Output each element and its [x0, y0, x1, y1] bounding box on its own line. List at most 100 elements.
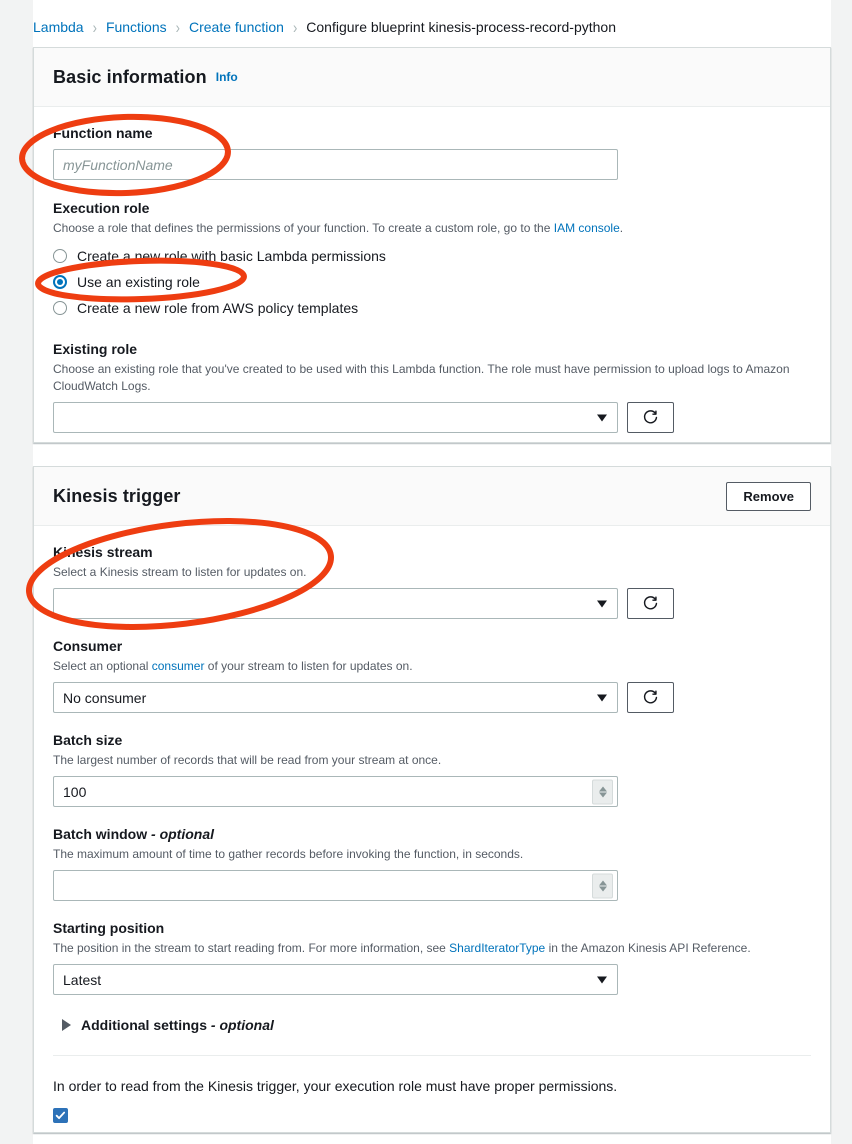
chevron-down-icon: [597, 976, 607, 983]
batch-size-stepper[interactable]: [592, 779, 613, 804]
function-name-input[interactable]: [53, 149, 618, 180]
kinesis-stream-controls: [53, 588, 811, 619]
iam-console-link[interactable]: IAM console: [554, 221, 620, 235]
permissions-note-text: In order to read from the Kinesis trigge…: [53, 1078, 618, 1094]
starting-position-label: Starting position: [53, 920, 165, 936]
kinesis-stream-label: Kinesis stream: [53, 544, 153, 560]
check-icon: [55, 1111, 66, 1120]
batch-size-value: 100: [63, 783, 87, 800]
starting-position-description-text-before: The position in the stream to start read…: [53, 941, 450, 955]
batch-window-input[interactable]: [53, 870, 618, 901]
kinesis-trigger-body: Kinesis stream Select a Kinesis stream t…: [34, 543, 830, 1123]
batch-window-stepper[interactable]: [592, 873, 613, 898]
consumer-description: Select an optional consumer of your stre…: [53, 658, 811, 675]
consumer-select-value: No consumer: [63, 689, 147, 706]
execution-role-option-use-existing[interactable]: Use an existing role: [53, 269, 811, 295]
kinesis-trigger-title: Kinesis trigger: [53, 485, 181, 506]
page-root: Lambda › Functions › Create function › C…: [0, 0, 852, 1144]
consumer-controls: No consumer: [53, 682, 811, 713]
basic-information-body: Function name Execution role Choose a ro…: [34, 124, 830, 433]
batch-window-label: Batch window - optional: [53, 825, 811, 843]
batch-window-description: The maximum amount of time to gather rec…: [53, 847, 524, 861]
execution-role-label: Execution role: [53, 200, 150, 216]
chevron-up-icon[interactable]: [598, 786, 607, 791]
info-link[interactable]: Info: [216, 70, 238, 84]
additional-settings-expandable[interactable]: Additional settings - optional: [62, 1017, 811, 1033]
page-gutter-right: [831, 0, 852, 1144]
batch-size-label: Batch size: [53, 732, 123, 748]
execution-role-description: Choose a role that defines the permissio…: [53, 220, 811, 237]
batch-window-field: Batch window - optional The maximum amou…: [53, 825, 811, 901]
refresh-icon: [643, 690, 658, 704]
breadcrumb-separator-icon: ›: [292, 17, 298, 37]
consumer-description-text-before: Select an optional: [53, 659, 152, 673]
remove-button[interactable]: Remove: [726, 481, 811, 511]
function-name-field: Function name: [53, 124, 811, 180]
consumer-link[interactable]: consumer: [152, 659, 205, 673]
execution-role-option-create-new-basic[interactable]: Create a new role with basic Lambda perm…: [53, 243, 811, 269]
chevron-down-icon[interactable]: [598, 792, 607, 797]
execution-role-option-create-from-templates[interactable]: Create a new role from AWS policy templa…: [53, 295, 811, 321]
chevron-down-icon: [597, 600, 607, 607]
execution-role-option-label: Create a new role with basic Lambda perm…: [77, 248, 386, 264]
execution-role-option-label: Create a new role from AWS policy templa…: [77, 300, 359, 316]
batch-window-optional-suffix: - optional: [151, 826, 215, 842]
basic-information-header: Basic information Info: [34, 48, 830, 107]
page-gutter-left: [0, 0, 33, 1144]
kinesis-stream-field: Kinesis stream Select a Kinesis stream t…: [53, 543, 811, 619]
batch-size-description: The largest number of records that will …: [53, 753, 442, 767]
kinesis-trigger-header: Kinesis trigger Remove: [34, 467, 830, 526]
breadcrumb-item-lambda[interactable]: Lambda: [33, 19, 84, 35]
execution-role-radio-group: Create a new role with basic Lambda perm…: [53, 243, 811, 321]
existing-role-field: Existing role Choose an existing role th…: [53, 340, 811, 433]
breadcrumb: Lambda › Functions › Create function › C…: [33, 11, 616, 43]
starting-position-select-value: Latest: [63, 971, 102, 988]
consumer-description-text-after: of your stream to listen for updates on.: [204, 659, 413, 673]
consumer-select[interactable]: No consumer: [53, 682, 618, 713]
starting-position-field: Starting position The position in the st…: [53, 919, 811, 995]
kinesis-stream-description: Select a Kinesis stream to listen for up…: [53, 565, 307, 579]
existing-role-select[interactable]: [53, 402, 618, 433]
execution-role-description-text-after: .: [619, 221, 624, 235]
breadcrumb-item-create-function[interactable]: Create function: [189, 19, 284, 35]
kinesis-stream-select[interactable]: [53, 588, 618, 619]
breadcrumb-separator-icon: ›: [175, 17, 180, 37]
refresh-icon: [643, 410, 658, 424]
breadcrumb-separator-icon: ›: [92, 17, 97, 37]
consumer-label: Consumer: [53, 638, 123, 654]
page-title: Basic information: [53, 66, 207, 87]
starting-position-select[interactable]: Latest: [53, 964, 618, 995]
chevron-up-icon[interactable]: [598, 880, 607, 885]
kinesis-stream-refresh-button[interactable]: [627, 588, 674, 619]
execution-role-option-label: Use an existing role: [77, 274, 200, 290]
breadcrumb-item-current: Configure blueprint kinesis-process-reco…: [306, 19, 616, 35]
breadcrumb-item-functions[interactable]: Functions: [106, 19, 167, 35]
additional-settings-label: Additional settings - optional: [81, 1017, 274, 1033]
batch-window-label-text: Batch window: [53, 826, 148, 842]
batch-size-field: Batch size The largest number of records…: [53, 731, 811, 807]
starting-position-description-text-after: in the Amazon Kinesis API Reference.: [545, 941, 751, 955]
existing-role-label: Existing role: [53, 341, 138, 357]
radio-icon-selected[interactable]: [53, 275, 67, 289]
radio-icon[interactable]: [53, 249, 67, 263]
refresh-icon: [643, 596, 658, 610]
permissions-checkbox[interactable]: [53, 1108, 68, 1123]
batch-size-input[interactable]: 100: [53, 776, 618, 807]
existing-role-description: Choose an existing role that you've crea…: [53, 362, 790, 393]
additional-settings-optional-suffix: - optional: [210, 1017, 274, 1033]
basic-information-card: Basic information Info Function name Exe…: [33, 47, 831, 443]
radio-icon[interactable]: [53, 301, 67, 315]
execution-role-description-text-before: Choose a role that defines the permissio…: [53, 221, 554, 235]
execution-role-field: Execution role Choose a role that define…: [53, 199, 811, 321]
section-divider: [53, 1055, 811, 1056]
chevron-down-icon: [597, 694, 607, 701]
existing-role-refresh-button[interactable]: [627, 402, 674, 433]
existing-role-controls: [53, 402, 811, 433]
additional-settings-label-text: Additional settings: [81, 1017, 207, 1033]
consumer-refresh-button[interactable]: [627, 682, 674, 713]
chevron-down-icon: [597, 414, 607, 421]
chevron-right-icon[interactable]: [62, 1019, 71, 1031]
chevron-down-icon[interactable]: [598, 886, 607, 891]
shard-iterator-type-link[interactable]: ShardIteratorType: [449, 941, 545, 955]
consumer-field: Consumer Select an optional consumer of …: [53, 637, 811, 713]
